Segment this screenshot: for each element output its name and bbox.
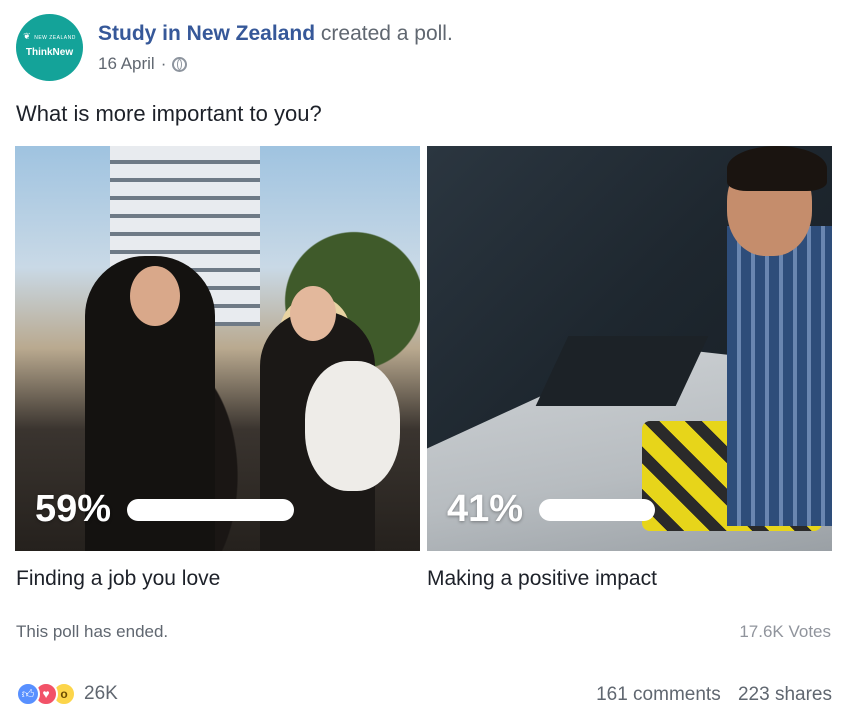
reaction-count[interactable]: 26K [84,683,118,705]
meta-separator: · [160,54,167,73]
like-icon: 👍︎ [16,682,40,706]
poll-question: What is more important to you? [16,101,322,126]
post-meta: 16 April · [98,54,188,74]
poll-bar-1 [127,498,294,521]
poll-bar-track-1 [127,498,294,521]
post-stats: 161 comments 223 shares [596,684,832,706]
poll-bar-track-2 [539,498,706,521]
globe-icon[interactable] [172,56,188,72]
poll-option-label-2[interactable]: Making a positive impact [427,567,657,591]
post-footer: 👍︎ ♥ o 26K 161 comments 223 shares [16,682,832,710]
poll-result-2: 41% [447,488,706,531]
poll-percent-2: 41% [447,488,524,530]
poll-option-2[interactable]: 41% [427,146,832,551]
comments-link[interactable]: 161 comments [596,684,721,705]
post-action-text: created a poll. [320,22,453,45]
post-header: ❦ NEW ZEALAND ThinkNew Study in New Zeal… [16,14,836,84]
poll-status: This poll has ended. [16,622,169,641]
avatar-brand: ThinkNew [25,46,74,58]
poll-percent-1: 59% [35,488,112,530]
page-avatar[interactable]: ❦ NEW ZEALAND ThinkNew [16,14,83,81]
fern-logo-icon: ❦ NEW ZEALAND [23,30,76,41]
poll-option-1[interactable]: 59% [15,146,420,551]
poll-result-1: 59% [35,488,294,531]
reactions-summary[interactable]: 👍︎ ♥ o 26K [16,682,118,706]
post-date[interactable]: 16 April [98,54,155,74]
poll-option-label-1[interactable]: Finding a job you love [16,567,220,591]
shares-link[interactable]: 223 shares [738,684,832,705]
post-title-line: Study in New Zealand created a poll. [98,22,453,46]
page-name-link[interactable]: Study in New Zealand [98,22,315,45]
poll-bar-2 [539,498,656,521]
poll-vote-count[interactable]: 17.6K Votes [739,622,831,642]
